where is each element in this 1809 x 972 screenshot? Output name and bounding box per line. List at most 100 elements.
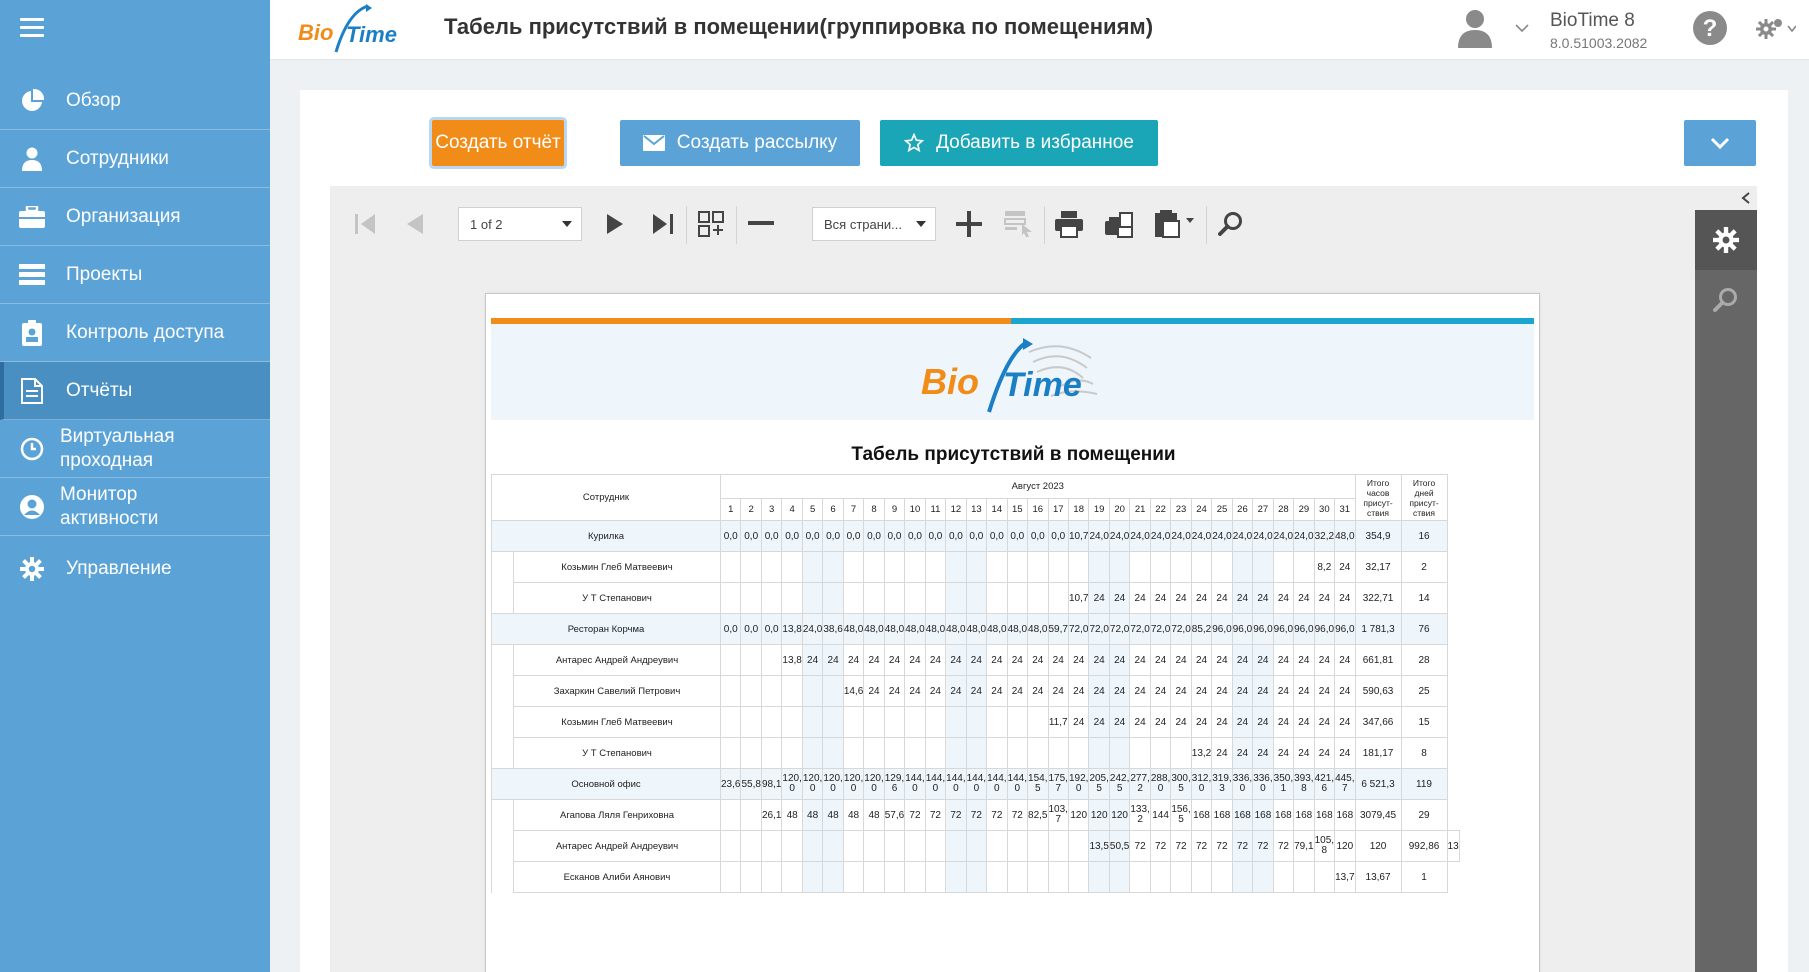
collapse-panel-icon[interactable] [1695,186,1757,210]
help-icon[interactable]: ? [1692,10,1728,51]
sidebar-item-management[interactable]: Управление [0,540,270,598]
row-total-hours: 661,81 [1354,644,1402,676]
table-cell [1170,551,1192,583]
row-total-hours: 3079,45 [1354,799,1402,831]
table-cell [1067,551,1090,583]
settings-gear-icon[interactable] [1756,17,1797,46]
table-cell: 24 [945,675,967,707]
table-cell: 120 [1354,830,1402,862]
table-cell [1006,830,1029,862]
zoom-select-value: Вся страни... [824,216,903,232]
table-cell: 72,0 [1088,613,1110,645]
table-cell: 24,0 [1149,520,1172,552]
previous-page-icon[interactable] [400,206,430,242]
table-cell: 24 [1272,737,1295,769]
table-cell [740,706,762,738]
day-header: 9 [883,498,906,521]
table-cell: 120, 0 [801,768,824,800]
table-row: Козьмин Глеб Матвеевич 8,2 24 32,17 2 [491,551,1460,583]
table-cell [740,737,762,769]
sidebar-item-projects[interactable]: Проекты [0,246,270,304]
zoom-select[interactable]: Вся страни... [812,207,936,241]
table-cell: 24 [1231,706,1254,738]
add-favorite-button[interactable]: Добавить в избранное [880,120,1158,166]
sidebar-item-access-control[interactable]: Контроль доступа [0,304,270,362]
table-cell: 24 [1334,644,1356,676]
create-report-button[interactable]: Создать отчёт [432,120,564,166]
table-cell [842,737,865,769]
table-cell [740,582,762,614]
table-cell: 0,0 [883,520,906,552]
row-employee-name: Захаркин Савелий Петрович [513,675,721,707]
clock-icon [19,436,45,462]
row-total-days: 76 [1400,613,1448,645]
day-header: 1 [719,498,742,521]
sidebar-item-label: Сотрудники [66,147,169,169]
page-select[interactable]: 1 of 2 [458,207,582,241]
export-icon[interactable] [1152,206,1198,242]
select-tool-icon[interactable] [1002,206,1036,242]
user-avatar-icon[interactable] [1457,8,1493,53]
zoom-out-icon[interactable] [744,206,778,242]
table-cell [904,582,926,614]
rail-settings-icon[interactable] [1695,210,1757,270]
multi-page-view-icon[interactable] [694,206,728,242]
table-cell [924,706,947,738]
print-setup-icon[interactable] [1102,206,1136,242]
sidebar-item-overview[interactable]: Обзор [0,72,270,130]
table-cell [1190,861,1213,893]
table-cell: 24 [1088,644,1110,676]
sidebar-item-employees[interactable]: Сотрудники [0,130,270,188]
table-cell [863,582,885,614]
table-cell [760,551,783,583]
table-cell: 72 [904,799,926,831]
table-cell: 59,7 [1047,613,1069,645]
table-cell: 350, 1 [1272,768,1295,800]
zoom-in-icon[interactable] [952,206,986,242]
table-cell [1088,737,1110,769]
svg-text:Time: Time [1003,366,1082,404]
document-icon [19,377,45,404]
table-cell: 24 [1067,644,1090,676]
gear-icon [19,556,45,582]
row-total-hours: 32,17 [1354,551,1402,583]
table-cell: 120, 0 [842,768,865,800]
table-cell: 24 [1129,644,1151,676]
table-cell: 55,8 [740,768,762,800]
table-cell [1252,861,1274,893]
table-cell: 32,2 [1313,520,1336,552]
next-page-icon[interactable] [600,206,630,242]
sidebar-item-organization[interactable]: Организация [0,188,270,246]
table-cell: 24,0 [1231,520,1254,552]
sidebar-item-activity-monitor[interactable]: Монитор активности [0,478,270,536]
chevron-down-icon[interactable] [1515,20,1529,38]
table-cell: 24 [1313,582,1336,614]
rail-search-icon[interactable] [1695,270,1757,330]
row-total-days: 16 [1400,520,1448,552]
row-total-days: 119 [1400,768,1448,800]
collapse-toggle-button[interactable] [1684,120,1756,166]
hamburger-menu-icon[interactable] [20,18,44,38]
table-cell [986,706,1008,738]
table-cell [1088,551,1110,583]
print-icon[interactable] [1052,206,1086,242]
sidebar-item-virtual-checkpoint[interactable]: Виртуальная проходная [0,420,270,478]
table-cell [822,675,844,707]
table-cell [719,861,742,893]
table-cell [904,706,926,738]
first-page-icon[interactable] [350,206,380,242]
biotime-logo: Bio Time [296,2,416,56]
table-cell [1006,706,1029,738]
last-page-icon[interactable] [648,206,678,242]
sidebar-item-reports[interactable]: Отчёты [0,362,270,420]
table-cell: 133, 2 [1129,799,1151,831]
envelope-icon [642,135,665,151]
search-icon[interactable] [1214,206,1248,242]
table-cell: 48,0 [883,613,906,645]
table-cell [924,861,947,893]
table-group-row: Курилка 0,0 0,0 0,0 0,0 0,0 0,0 0,0 0,0 0,0 0,0 0,0… [491,520,1460,552]
day-header: 16 [1027,498,1049,521]
create-mailing-button[interactable]: Создать рассылку [620,120,860,166]
table-cell: 0,0 [1027,520,1049,552]
row-indent [491,582,514,614]
